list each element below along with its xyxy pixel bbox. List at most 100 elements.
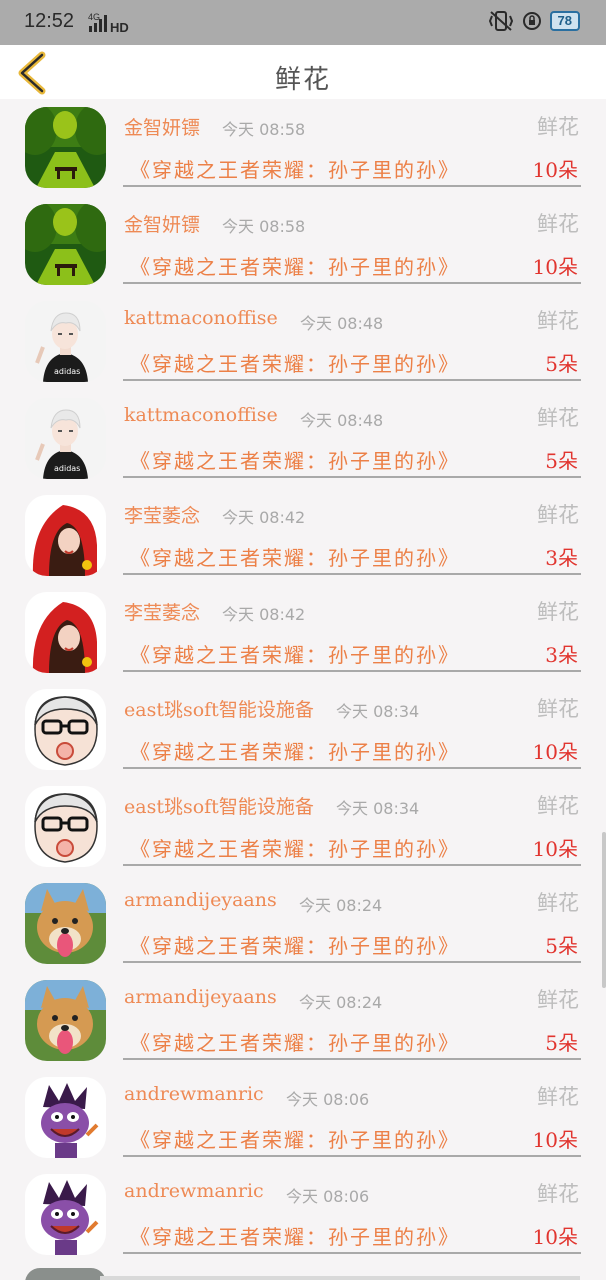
avatar[interactable] (25, 495, 106, 576)
shiba-dog-avatar (25, 883, 106, 964)
user-name[interactable]: kattmaconoffise (124, 307, 278, 329)
forest-avatar (25, 107, 106, 188)
user-name[interactable]: 李莹萎念 (124, 598, 200, 625)
row-divider (123, 1252, 581, 1254)
list-item[interactable]: 金智妍镖 今天 08:58 鲜花 《穿越之王者荣耀：孙子里的孙》 10朵 (0, 99, 606, 196)
gift-type-label: 鲜花 (537, 406, 579, 430)
avatar[interactable] (25, 883, 106, 964)
flower-count: 10朵 (532, 158, 578, 182)
gift-type-label: 鲜花 (537, 1182, 579, 1206)
gift-type-label: 鲜花 (537, 212, 579, 236)
alarm-icon (522, 12, 541, 30)
book-title[interactable]: 《穿越之王者荣耀：孙子里的孙》 (130, 154, 460, 183)
avatar[interactable] (25, 592, 106, 673)
avatar[interactable]: adidas (25, 398, 106, 479)
purple-monster-avatar (25, 1174, 106, 1255)
book-title[interactable]: 《穿越之王者荣耀：孙子里的孙》 (130, 348, 460, 377)
book-title[interactable]: 《穿越之王者荣耀：孙子里的孙》 (130, 1221, 460, 1250)
gift-time: 今天 08:58 (222, 120, 306, 139)
list-item[interactable]: 李莹萎念 今天 08:42 鲜花 《穿越之王者荣耀：孙子里的孙》 3朵 (0, 487, 606, 584)
purple-monster-avatar (25, 1077, 106, 1158)
flower-count: 5朵 (545, 352, 578, 376)
gift-time: 今天 08:42 (222, 508, 306, 527)
avatar[interactable] (25, 107, 106, 188)
avatar[interactable] (25, 1077, 106, 1158)
row-divider (123, 670, 581, 672)
book-title[interactable]: 《穿越之王者荣耀：孙子里的孙》 (130, 542, 460, 571)
svg-text:HD: HD (110, 20, 129, 34)
row-divider (123, 1058, 581, 1060)
gift-time: 今天 08:06 (286, 1090, 370, 1109)
red-hood-avatar (25, 592, 106, 673)
avatar[interactable] (25, 204, 106, 285)
book-title[interactable]: 《穿越之王者荣耀：孙子里的孙》 (130, 1124, 460, 1153)
book-title[interactable]: 《穿越之王者荣耀：孙子里的孙》 (130, 930, 460, 959)
anime-boy-avatar: adidas (25, 301, 106, 382)
app-header: 鲜花 (0, 45, 606, 99)
gift-time: 今天 08:48 (300, 314, 384, 333)
row-divider (123, 864, 581, 866)
gift-type-label: 鲜花 (537, 309, 579, 333)
list-item[interactable]: armandijeyaans 今天 08:24 鲜花 《穿越之王者荣耀：孙子里的… (0, 875, 606, 972)
avatar[interactable] (25, 980, 106, 1061)
anime-boy-avatar: adidas (25, 398, 106, 479)
book-title[interactable]: 《穿越之王者荣耀：孙子里的孙》 (130, 639, 460, 668)
user-name[interactable]: 李莹萎念 (124, 501, 200, 528)
list-divider (100, 1276, 580, 1280)
gift-time: 今天 08:24 (299, 993, 383, 1012)
user-name[interactable]: armandijeyaans (124, 889, 277, 911)
user-name[interactable]: east珧soft智能设施备 (124, 792, 314, 819)
gift-type-label: 鲜花 (537, 794, 579, 818)
book-title[interactable]: 《穿越之王者荣耀：孙子里的孙》 (130, 445, 460, 474)
book-title[interactable]: 《穿越之王者荣耀：孙子里的孙》 (130, 833, 460, 862)
forest-avatar (25, 204, 106, 285)
glasses-man-avatar (25, 786, 106, 867)
user-name[interactable]: armandijeyaans (124, 986, 277, 1008)
gift-time: 今天 08:34 (336, 702, 420, 721)
gift-time: 今天 08:34 (336, 799, 420, 818)
status-icons: 78 (488, 10, 580, 32)
list-item[interactable]: andrewmanric 今天 08:06 鲜花 《穿越之王者荣耀：孙子里的孙》… (0, 1166, 606, 1263)
book-title[interactable]: 《穿越之王者荣耀：孙子里的孙》 (130, 1027, 460, 1056)
avatar[interactable]: adidas (25, 301, 106, 382)
user-name[interactable]: 金智妍镖 (124, 210, 200, 237)
vibrate-icon (488, 11, 513, 31)
gift-type-label: 鲜花 (537, 1085, 579, 1109)
list-item[interactable]: east珧soft智能设施备 今天 08:34 鲜花 《穿越之王者荣耀：孙子里的… (0, 681, 606, 778)
list-item[interactable]: adidas kattmaconoffise 今天 08:48 鲜花 《穿越之王… (0, 390, 606, 487)
avatar (25, 1268, 106, 1280)
avatar[interactable] (25, 689, 106, 770)
page-title: 鲜花 (274, 65, 331, 95)
avatar[interactable] (25, 1174, 106, 1255)
list-item[interactable]: east珧soft智能设施备 今天 08:34 鲜花 《穿越之王者荣耀：孙子里的… (0, 778, 606, 875)
user-name[interactable]: andrewmanric (124, 1180, 264, 1202)
gift-type-label: 鲜花 (537, 115, 579, 139)
row-divider (123, 767, 581, 769)
gift-time: 今天 08:42 (222, 605, 306, 624)
gift-time: 今天 08:24 (299, 896, 383, 915)
row-divider (123, 185, 581, 187)
scroll-indicator[interactable] (602, 832, 606, 988)
list-item[interactable]: 金智妍镖 今天 08:58 鲜花 《穿越之王者荣耀：孙子里的孙》 10朵 (0, 196, 606, 293)
avatar[interactable] (25, 786, 106, 867)
list-item[interactable]: adidas kattmaconoffise 今天 08:48 鲜花 《穿越之王… (0, 293, 606, 390)
book-title[interactable]: 《穿越之王者荣耀：孙子里的孙》 (130, 251, 460, 280)
user-name[interactable]: east珧soft智能设施备 (124, 695, 314, 722)
red-hood-avatar (25, 495, 106, 576)
flower-count: 10朵 (532, 837, 578, 861)
list-item[interactable]: 李莹萎念 今天 08:42 鲜花 《穿越之王者荣耀：孙子里的孙》 3朵 (0, 584, 606, 681)
gift-type-label: 鲜花 (537, 891, 579, 915)
glasses-man-avatar (25, 689, 106, 770)
gift-type-label: 鲜花 (537, 988, 579, 1012)
svg-text:4G: 4G (88, 12, 100, 22)
status-bar: 12:52 4G HD 78 (0, 0, 606, 45)
user-name[interactable]: andrewmanric (124, 1083, 264, 1105)
user-name[interactable]: 金智妍镖 (124, 113, 200, 140)
svg-text:adidas: adidas (54, 464, 80, 473)
book-title[interactable]: 《穿越之王者荣耀：孙子里的孙》 (130, 736, 460, 765)
flower-count: 5朵 (545, 449, 578, 473)
list-item[interactable]: andrewmanric 今天 08:06 鲜花 《穿越之王者荣耀：孙子里的孙》… (0, 1069, 606, 1166)
row-divider (123, 1155, 581, 1157)
list-item[interactable]: armandijeyaans 今天 08:24 鲜花 《穿越之王者荣耀：孙子里的… (0, 972, 606, 1069)
user-name[interactable]: kattmaconoffise (124, 404, 278, 426)
